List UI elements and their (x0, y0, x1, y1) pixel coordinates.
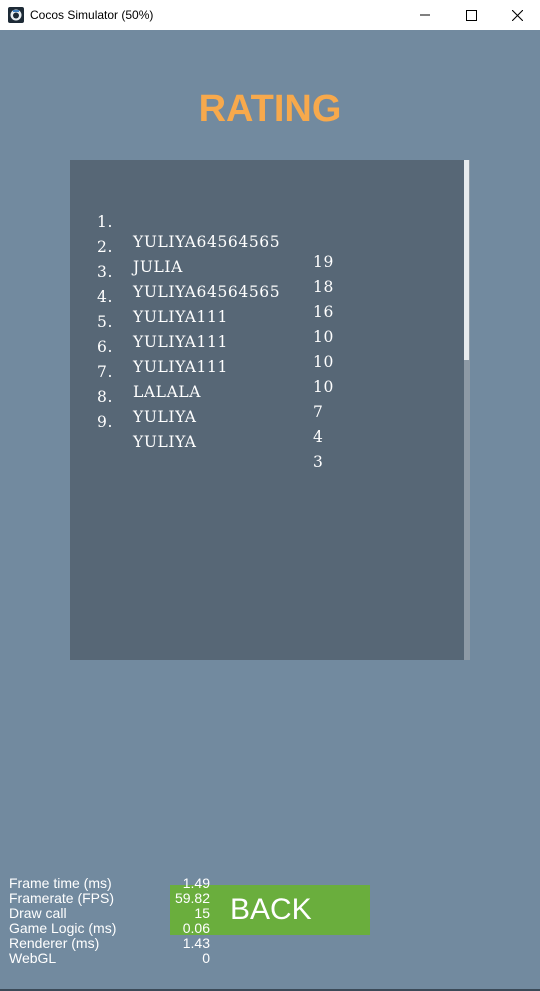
rating-list: 1. YULIYA64564565 19 2. JULIA 18 3. YULI… (97, 192, 333, 471)
rating-player-name: YULIYA64564565 (133, 233, 281, 251)
rating-row: 5. YULIYA111 10 (97, 292, 333, 371)
screen-heading: RATING (198, 88, 342, 130)
rating-row: 8. YULIYA 4 (97, 367, 323, 446)
rating-score: 18 (313, 278, 334, 296)
close-button[interactable] (494, 0, 540, 30)
scrollbar-thumb[interactable] (464, 160, 469, 360)
rating-score: 16 (313, 303, 334, 321)
stat-row: Frame time (ms) 1.49 (9, 876, 214, 891)
stat-value: 0.06 (182, 920, 210, 936)
rating-row: 6. YULIYA111 10 (97, 317, 333, 396)
stat-row: Renderer (ms) 1.43 (9, 936, 214, 951)
stat-label: Draw call (9, 905, 67, 921)
back-button-label[interactable]: BACK (230, 892, 312, 928)
close-icon (511, 9, 523, 21)
stat-row: Game Logic (ms) 0.06 (9, 921, 214, 936)
stat-row: Draw call 15 (9, 906, 214, 921)
stat-value: 15 (194, 905, 210, 921)
rating-row: 4. YULIYA111 10 (97, 267, 333, 346)
rating-player-name: YULIYA111 (133, 333, 228, 351)
stat-label: Game Logic (ms) (9, 920, 117, 936)
rating-score: 10 (313, 353, 334, 371)
debug-stats-overlay: Frame time (ms) 1.49 Framerate (FPS) 59.… (9, 876, 214, 966)
rating-row: 3. YULIYA64564565 16 (97, 242, 333, 321)
stat-value: 1.43 (182, 935, 210, 951)
rating-player-name: YULIYA111 (133, 308, 228, 326)
minimize-icon (420, 14, 430, 16)
rating-player-name: LALALA (133, 383, 202, 401)
rating-score: 4 (313, 428, 324, 446)
stat-label: Renderer (ms) (9, 935, 100, 951)
rating-row: 7. LALALA 7 (97, 342, 323, 421)
rating-rank: 9. (97, 413, 113, 431)
window-title: Cocos Simulator (50%) (30, 8, 154, 22)
stat-value: 59.82 (174, 890, 210, 906)
rating-player-name: JULIA (133, 258, 183, 276)
rating-score: 10 (313, 378, 334, 396)
stat-row: WebGL 0 (9, 951, 214, 966)
rating-player-name: YULIYA (133, 408, 197, 426)
rating-score: 10 (313, 328, 334, 346)
stat-value: 1.49 (182, 875, 210, 891)
rating-player-name: YULIYA111 (133, 358, 228, 376)
maximize-button[interactable] (448, 0, 494, 30)
stat-label: Frame time (ms) (9, 875, 112, 891)
rating-row: 1. YULIYA64564565 19 (97, 192, 333, 271)
rating-score: 7 (313, 403, 324, 421)
rating-player-name: YULIYA (133, 433, 197, 451)
cocos-app-icon (8, 7, 24, 23)
maximize-icon (465, 9, 477, 21)
rating-player-name: YULIYA64564565 (133, 283, 281, 301)
window-title-bar: Cocos Simulator (50%) (0, 0, 540, 30)
rating-score: 3 (313, 453, 324, 471)
stat-label: Framerate (FPS) (9, 890, 115, 906)
rating-row: 2. JULIA 18 (97, 217, 333, 296)
stat-row: Framerate (FPS) 59.82 (9, 891, 214, 906)
rating-row: 9. YULIYA 3 (97, 392, 323, 471)
stat-value: 0 (202, 950, 210, 966)
stat-label: WebGL (9, 950, 57, 966)
minimize-button[interactable] (402, 0, 448, 30)
rating-score: 19 (313, 253, 334, 271)
